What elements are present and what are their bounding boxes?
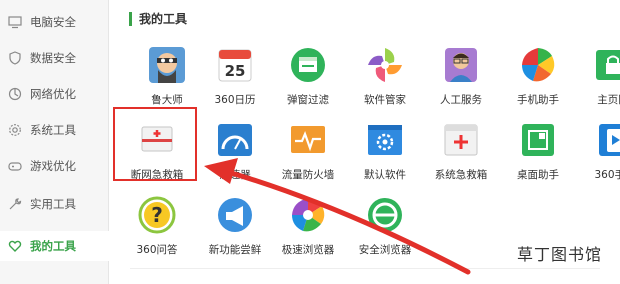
watermark: 草丁图书馆 xyxy=(517,245,603,264)
tool-label: 鲁大师 xyxy=(151,94,183,106)
sidebar-item-system-tools[interactable]: 系统工具 xyxy=(0,115,108,145)
tool-label: 新功能尝鲜 xyxy=(208,244,262,256)
gear-icon xyxy=(8,123,22,137)
highlight-box xyxy=(113,107,197,181)
software-manager-icon xyxy=(366,46,404,84)
sidebar-item-game-optimize[interactable]: 游戏优化 xyxy=(0,151,108,181)
customer-service-icon xyxy=(442,46,480,84)
tool-phone-assistant[interactable]: 手机助手 xyxy=(500,46,576,120)
sidebar-item-my-tools[interactable]: 我的工具 xyxy=(0,231,109,261)
sidebar-item-network-optimize[interactable]: 网络优化 xyxy=(0,79,108,109)
default-software-icon xyxy=(366,121,404,159)
sidebar-item-label: 游戏优化 xyxy=(30,159,76,173)
tool-popup-filter[interactable]: 弹窗过滤 xyxy=(270,46,346,120)
page-title: 我的工具 xyxy=(129,10,187,27)
sidebar-item-label: 数据安全 xyxy=(30,51,76,65)
qa-icon: ? xyxy=(138,196,176,234)
phone-assistant-icon xyxy=(519,46,557,84)
tool-label: 人工服务 xyxy=(440,94,482,106)
traffic-firewall-icon xyxy=(289,121,327,159)
bottom-divider xyxy=(130,268,600,269)
tool-label: 360问答 xyxy=(136,244,178,256)
tool-desktop-assistant[interactable]: 桌面助手 xyxy=(500,121,576,195)
tool-label: 360日历 xyxy=(214,94,256,106)
heart-icon xyxy=(8,239,22,253)
homepage-lock-icon xyxy=(594,46,620,84)
monitor-icon xyxy=(8,15,22,29)
svg-text:?: ? xyxy=(151,203,163,227)
tool-label: 主页防 xyxy=(597,94,620,106)
sidebar-item-label: 我的工具 xyxy=(30,239,76,253)
tool-secure-browser[interactable]: 安全浏览器 xyxy=(347,196,423,270)
tool-qa[interactable]: ? 360问答 xyxy=(119,196,195,270)
tool-speed-browser[interactable]: 极速浏览器 xyxy=(270,196,346,270)
speedometer-icon xyxy=(216,121,254,159)
tool-phone-360[interactable]: 360手机 xyxy=(577,121,620,195)
popup-filter-icon xyxy=(289,46,327,84)
gamepad-icon xyxy=(8,159,22,173)
tool-label: 系统急救箱 xyxy=(434,169,488,181)
calendar-date: 25 xyxy=(225,62,246,80)
tool-calendar[interactable]: 25 360日历 xyxy=(197,46,273,120)
tool-traffic-firewall[interactable]: 流量防火墙 xyxy=(270,121,346,195)
calendar-icon: 25 xyxy=(216,46,254,84)
sidebar-item-label: 网络优化 xyxy=(30,87,76,101)
page-title-text: 我的工具 xyxy=(139,12,188,26)
tool-label: 测速器 xyxy=(219,169,251,181)
tool-label: 软件管家 xyxy=(364,94,406,106)
secure-browser-icon xyxy=(366,196,404,234)
system-firstaid-icon xyxy=(442,121,480,159)
sidebar-item-label: 实用工具 xyxy=(30,197,76,211)
sidebar-item-label: 系统工具 xyxy=(30,123,76,137)
speed-browser-icon xyxy=(289,196,327,234)
shield-icon xyxy=(8,51,22,65)
tool-label: 极速浏览器 xyxy=(281,244,335,256)
tool-label: 流量防火墙 xyxy=(281,169,335,181)
tool-homepage-lock[interactable]: 主页防 xyxy=(575,46,620,120)
tool-label: 弹窗过滤 xyxy=(287,94,329,106)
tool-label: 360手机 xyxy=(594,169,620,181)
sidebar-item-computer-security[interactable]: 电脑安全 xyxy=(0,7,108,37)
megaphone-icon xyxy=(216,196,254,234)
tool-system-firstaid[interactable]: 系统急救箱 xyxy=(423,121,499,195)
tool-speedometer[interactable]: 测速器 xyxy=(197,121,273,195)
ludashi-icon xyxy=(148,46,186,84)
tool-label: 手机助手 xyxy=(517,94,559,106)
title-accent-bar xyxy=(129,11,132,26)
sidebar-item-label: 电脑安全 xyxy=(30,15,76,29)
sidebar: 电脑安全 数据安全 网络优化 系统工具 游戏优化 实用工具 我的工具 xyxy=(0,0,109,284)
wrench-icon xyxy=(8,197,22,211)
tool-label: 桌面助手 xyxy=(517,169,559,181)
tool-label: 安全浏览器 xyxy=(358,244,412,256)
tool-new-feature[interactable]: 新功能尝鲜 xyxy=(197,196,273,270)
sidebar-item-data-security[interactable]: 数据安全 xyxy=(0,43,108,73)
tool-software-manager[interactable]: 软件管家 xyxy=(347,46,423,120)
tool-default-software[interactable]: 默认软件 xyxy=(347,121,423,195)
tool-customer-service[interactable]: 人工服务 xyxy=(423,46,499,120)
network-icon xyxy=(8,87,22,101)
phone-360-icon xyxy=(596,121,620,159)
desktop-assistant-icon xyxy=(519,121,557,159)
tool-label: 默认软件 xyxy=(364,169,406,181)
sidebar-item-utility-tools[interactable]: 实用工具 xyxy=(0,189,108,219)
